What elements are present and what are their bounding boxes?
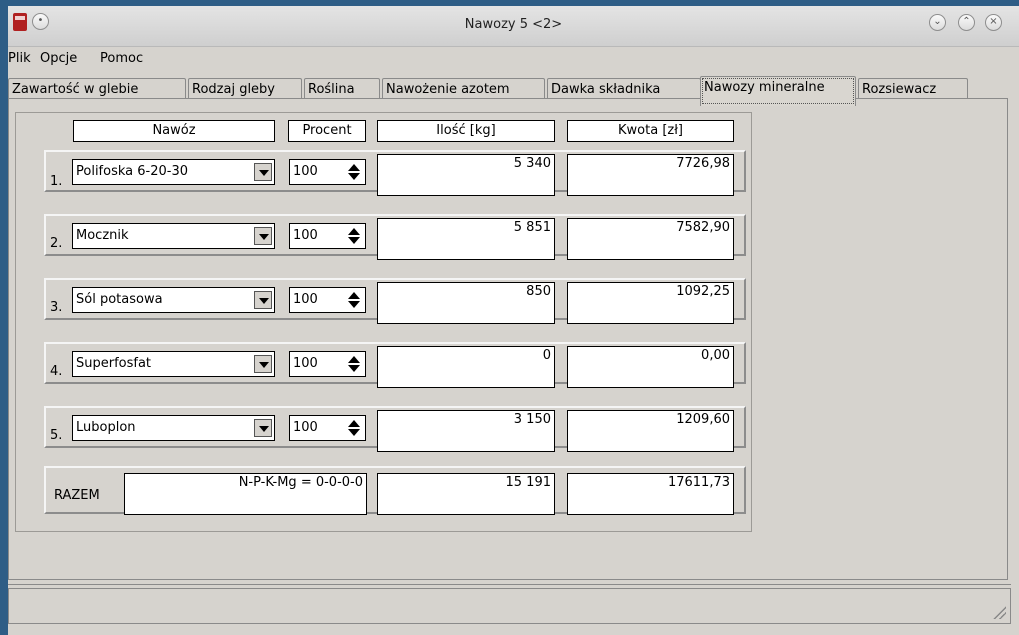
minimize-button[interactable]: ⌄ bbox=[929, 14, 946, 31]
dropdown-arrow-icon[interactable] bbox=[254, 163, 272, 181]
header-fertilizer: Nawóz bbox=[73, 120, 275, 142]
row-number: 4. bbox=[50, 364, 63, 379]
fertilizer-select[interactable]: Polifoska 6-20-30 bbox=[72, 159, 275, 185]
menu-plik[interactable]: Plik bbox=[8, 51, 31, 66]
fertilizer-value: Superfosfat bbox=[76, 356, 152, 371]
row-number: 5. bbox=[50, 428, 63, 443]
header-amount: Ilość [kg] bbox=[377, 120, 555, 142]
cost-field[interactable]: 7726,98 bbox=[567, 154, 734, 196]
npk-summary-field[interactable]: N-P-K-Mg = 0-0-0-0 bbox=[124, 473, 367, 515]
percent-value: 100 bbox=[293, 356, 318, 371]
status-bar bbox=[8, 588, 1011, 624]
percent-value: 100 bbox=[293, 228, 318, 243]
fertilizer-value: Polifoska 6-20-30 bbox=[76, 164, 188, 179]
amount-field[interactable]: 5 340 bbox=[377, 154, 555, 196]
dropdown-arrow-icon[interactable] bbox=[254, 227, 272, 245]
close-button[interactable]: × bbox=[985, 14, 1002, 31]
percent-spinbox[interactable]: 100 bbox=[289, 351, 366, 377]
spin-arrows-icon[interactable] bbox=[345, 419, 363, 437]
amount-field[interactable]: 0 bbox=[377, 346, 555, 388]
fertilizer-select[interactable]: Luboplon bbox=[72, 415, 275, 441]
percent-value: 100 bbox=[293, 164, 318, 179]
window-title: Nawozy 5 <2> bbox=[464, 17, 563, 32]
cost-field[interactable]: 0,00 bbox=[567, 346, 734, 388]
fertilizer-select[interactable]: Superfosfat bbox=[72, 351, 275, 377]
cost-field[interactable]: 1209,60 bbox=[567, 410, 734, 452]
percent-value: 100 bbox=[293, 292, 318, 307]
spin-arrows-icon[interactable] bbox=[345, 163, 363, 181]
total-label: RAZEM bbox=[54, 488, 100, 503]
spin-arrows-icon[interactable] bbox=[345, 355, 363, 373]
amount-field[interactable]: 3 150 bbox=[377, 410, 555, 452]
percent-spinbox[interactable]: 100 bbox=[289, 287, 366, 313]
divider bbox=[8, 584, 1011, 585]
tab-nawozy-mineralne[interactable]: Nawozy mineralne bbox=[700, 76, 856, 106]
percent-spinbox[interactable]: 100 bbox=[289, 223, 366, 249]
dropdown-arrow-icon[interactable] bbox=[254, 355, 272, 373]
total-cost-field[interactable]: 17611,73 bbox=[567, 473, 734, 515]
dropdown-arrow-icon[interactable] bbox=[254, 419, 272, 437]
menu-pomoc[interactable]: Pomoc bbox=[100, 51, 143, 66]
title-bar[interactable]: • Nawozy 5 <2> ⌄ ⌃ × bbox=[8, 6, 1019, 47]
header-cost: Kwota [zł] bbox=[567, 120, 734, 142]
cost-field[interactable]: 1092,25 bbox=[567, 282, 734, 324]
amount-field[interactable]: 850 bbox=[377, 282, 555, 324]
spin-arrows-icon[interactable] bbox=[345, 227, 363, 245]
resize-grip-icon[interactable] bbox=[992, 605, 1006, 619]
cost-field[interactable]: 7582,90 bbox=[567, 218, 734, 260]
row-number: 1. bbox=[50, 174, 63, 189]
fertilizer-select[interactable]: Sól potasowa bbox=[72, 287, 275, 313]
row-number: 2. bbox=[50, 236, 63, 251]
fertilizer-value: Sól potasowa bbox=[76, 292, 163, 307]
fertilizer-select[interactable]: Mocznik bbox=[72, 223, 275, 249]
amount-field[interactable]: 5 851 bbox=[377, 218, 555, 260]
maximize-button[interactable]: ⌃ bbox=[958, 14, 975, 31]
percent-spinbox[interactable]: 100 bbox=[289, 159, 366, 185]
row-number: 3. bbox=[50, 300, 63, 315]
dropdown-arrow-icon[interactable] bbox=[254, 291, 272, 309]
percent-spinbox[interactable]: 100 bbox=[289, 415, 366, 441]
header-percent: Procent bbox=[288, 120, 366, 142]
fertilizer-value: Luboplon bbox=[76, 420, 136, 435]
menu-opcje[interactable]: Opcje bbox=[40, 51, 77, 66]
fertilizer-value: Mocznik bbox=[76, 228, 129, 243]
spin-arrows-icon[interactable] bbox=[345, 291, 363, 309]
total-amount-field[interactable]: 15 191 bbox=[377, 473, 555, 515]
percent-value: 100 bbox=[293, 420, 318, 435]
